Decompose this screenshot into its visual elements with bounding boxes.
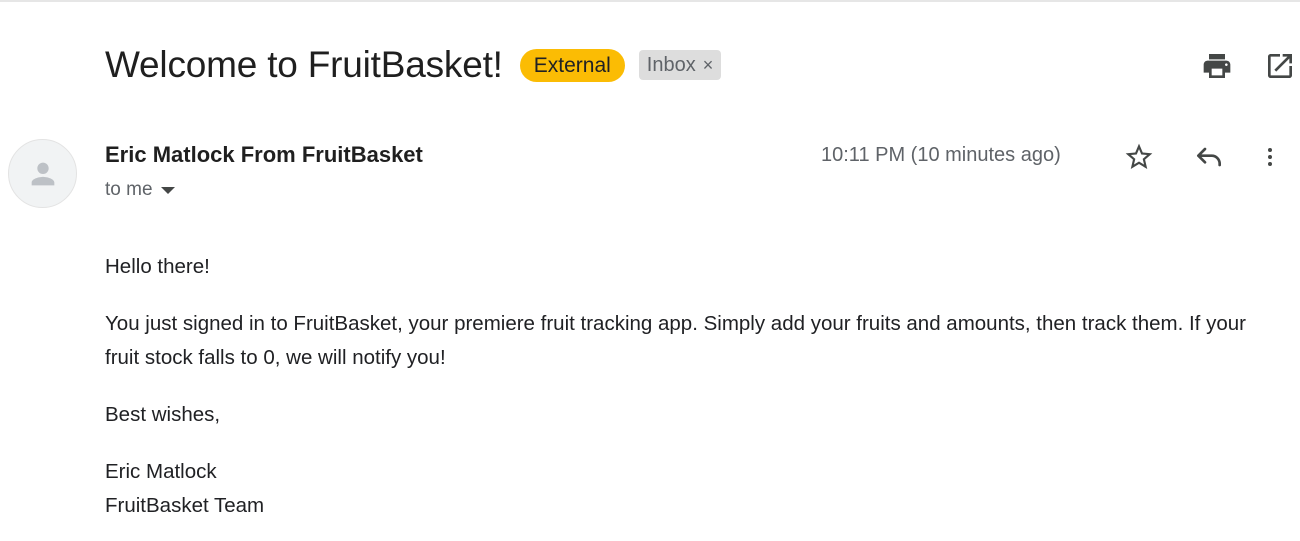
external-badge: External <box>519 48 625 82</box>
reply-icon <box>1197 147 1221 167</box>
message-actions <box>1118 136 1282 178</box>
remove-label-icon[interactable]: × <box>703 50 714 80</box>
closing-text: Best wishes, <box>105 403 221 426</box>
subject-row: Welcome to FruitBasket! External Inbox × <box>105 40 722 90</box>
open-in-new-window-button[interactable] <box>1260 46 1300 86</box>
caret-down-icon <box>160 186 175 194</box>
sender-avatar[interactable] <box>8 139 77 208</box>
more-options-button[interactable] <box>1258 136 1282 178</box>
message-timestamp: 10:11 PM (10 minutes ago) <box>821 144 1061 166</box>
inbox-label-chip[interactable]: Inbox × <box>638 50 722 80</box>
body-paragraph: You just signed in to FruitBasket, your … <box>105 312 1246 369</box>
open-in-new-icon <box>1268 54 1292 78</box>
sender-name[interactable]: Eric Matlock From FruitBasket <box>105 142 423 168</box>
message-body: Hello there! You just signed in to Fruit… <box>105 250 1265 523</box>
recipient-line: to me <box>105 179 153 200</box>
more-vert-icon <box>1268 148 1272 166</box>
print-icon <box>1203 54 1231 78</box>
print-button[interactable] <box>1197 46 1237 86</box>
thread-actions <box>1197 46 1300 86</box>
inbox-label-text: Inbox <box>646 54 696 76</box>
email-subject: Welcome to FruitBasket! <box>105 44 503 85</box>
person-icon <box>31 162 54 185</box>
signature-team: FruitBasket Team <box>105 494 265 517</box>
signature-name: Eric Matlock <box>105 460 217 483</box>
star-outline-icon <box>1125 143 1153 169</box>
email-view: Welcome to FruitBasket! External Inbox ×… <box>0 0 1300 541</box>
greeting-text: Hello there! <box>105 255 210 278</box>
star-button[interactable] <box>1118 136 1160 178</box>
reply-button[interactable] <box>1188 136 1230 178</box>
recipient-details-toggle[interactable]: to me <box>105 179 175 201</box>
